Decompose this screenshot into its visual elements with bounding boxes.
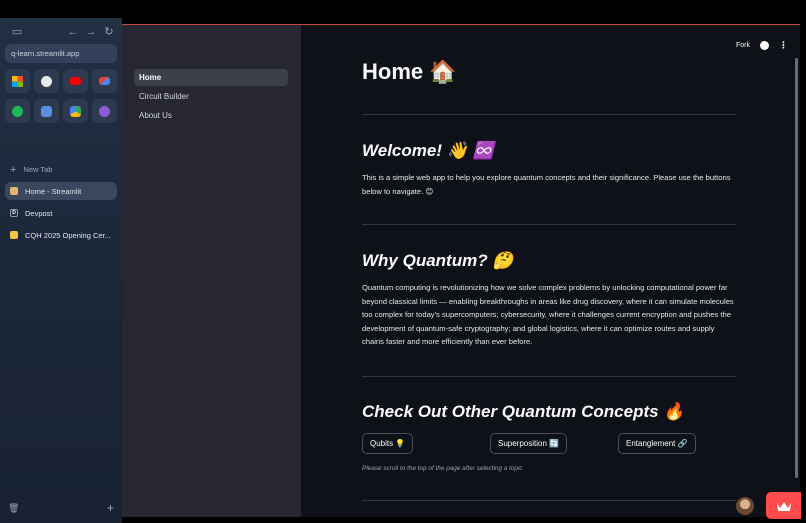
streamlit-badge[interactable] bbox=[766, 492, 801, 519]
avatar[interactable] bbox=[736, 497, 754, 515]
superposition-button[interactable]: Superposition 🔄 bbox=[490, 433, 568, 454]
new-tab-button[interactable]: + New Tab bbox=[10, 164, 52, 176]
fork-button[interactable]: Fork bbox=[736, 42, 750, 49]
page-title: Home 🏠 bbox=[362, 59, 457, 84]
crown-icon bbox=[776, 501, 791, 511]
app-icon bbox=[99, 105, 110, 117]
youtube-icon bbox=[70, 77, 81, 85]
sidebar-toggle-icon[interactable]: ▭ bbox=[10, 25, 24, 39]
new-tab-label: New Tab bbox=[23, 165, 53, 174]
divider bbox=[362, 376, 736, 377]
tab-home-streamlit[interactable]: Home - Streamlit bbox=[5, 182, 117, 200]
webpage: Home Circuit Builder About Us Fork ⋮ Hom… bbox=[122, 24, 800, 517]
nav-about-us[interactable]: About Us bbox=[134, 107, 288, 124]
tab-label: Home - Streamlit bbox=[25, 186, 82, 196]
divider bbox=[362, 224, 736, 225]
divider bbox=[362, 114, 736, 115]
spotify-icon bbox=[12, 105, 23, 117]
trash-icon[interactable]: 🗑 bbox=[8, 503, 19, 514]
divider bbox=[362, 500, 736, 501]
tab-label: CQH 2025 Opening Cer... bbox=[25, 230, 111, 240]
reload-icon[interactable]: ↻ bbox=[102, 25, 116, 39]
favorite-microsoft[interactable] bbox=[5, 69, 30, 93]
chrome-icon bbox=[41, 75, 52, 87]
nav-home[interactable]: Home bbox=[134, 69, 288, 86]
favorite-calculator[interactable] bbox=[34, 99, 59, 123]
favorite-youtube[interactable] bbox=[63, 69, 88, 93]
google-drive-icon bbox=[70, 105, 81, 117]
welcome-text: This is a simple web app to help you exp… bbox=[362, 173, 731, 196]
slides-icon bbox=[10, 231, 18, 239]
add-icon[interactable]: + bbox=[107, 501, 114, 515]
browser-sidebar: ▭ ← → ↻ q-learn.streamlit.app + New Tab … bbox=[0, 18, 122, 523]
microsoft-icon bbox=[12, 75, 23, 87]
tab-cqh-2025[interactable]: CQH 2025 Opening Cer... bbox=[5, 226, 117, 244]
tab-label: Devpost bbox=[25, 208, 53, 218]
why-quantum-heading: Why Quantum? 🤔 bbox=[362, 251, 514, 270]
why-quantum-text: Quantum computing is revolutionizing how… bbox=[362, 283, 734, 346]
app-sidebar: Home Circuit Builder About Us bbox=[122, 25, 301, 517]
streamlit-home-icon bbox=[10, 187, 18, 195]
qubits-button[interactable]: Qubits 💡 bbox=[362, 433, 414, 454]
plus-icon: + bbox=[10, 164, 17, 176]
github-icon[interactable] bbox=[760, 40, 769, 50]
forward-icon[interactable]: → bbox=[84, 25, 98, 39]
gmail-icon bbox=[99, 77, 110, 85]
devpost-icon: D bbox=[10, 209, 18, 217]
welcome-heading: Welcome! 👋 ♾️ bbox=[362, 141, 494, 160]
tab-devpost[interactable]: D Devpost bbox=[5, 204, 117, 222]
screen: ▭ ← → ↻ q-learn.streamlit.app + New Tab … bbox=[0, 0, 806, 523]
app-header: Fork ⋮ bbox=[736, 39, 788, 51]
back-icon[interactable]: ← bbox=[66, 25, 80, 39]
nav-circuit-builder[interactable]: Circuit Builder bbox=[134, 88, 288, 105]
concepts-heading: Check Out Other Quantum Concepts 🔥 bbox=[362, 402, 685, 421]
favorite-google-drive[interactable] bbox=[63, 99, 88, 123]
favorite-app[interactable] bbox=[92, 99, 117, 123]
favorite-spotify[interactable] bbox=[5, 99, 30, 123]
entanglement-button[interactable]: Entanglement 🔗 bbox=[618, 433, 696, 454]
favorite-chrome[interactable] bbox=[34, 69, 59, 93]
favorite-gmail[interactable] bbox=[92, 69, 117, 93]
more-menu-icon[interactable]: ⋮ bbox=[779, 40, 788, 51]
browser-toolbar: ▭ ← → ↻ bbox=[0, 25, 122, 41]
scroll-caption: Please scroll to the top of the page aft… bbox=[362, 465, 523, 472]
page-scrollbar[interactable] bbox=[795, 58, 798, 478]
address-bar[interactable]: q-learn.streamlit.app bbox=[5, 44, 117, 63]
calculator-icon bbox=[41, 105, 52, 117]
sidebar-footer: 🗑 + bbox=[8, 501, 114, 515]
